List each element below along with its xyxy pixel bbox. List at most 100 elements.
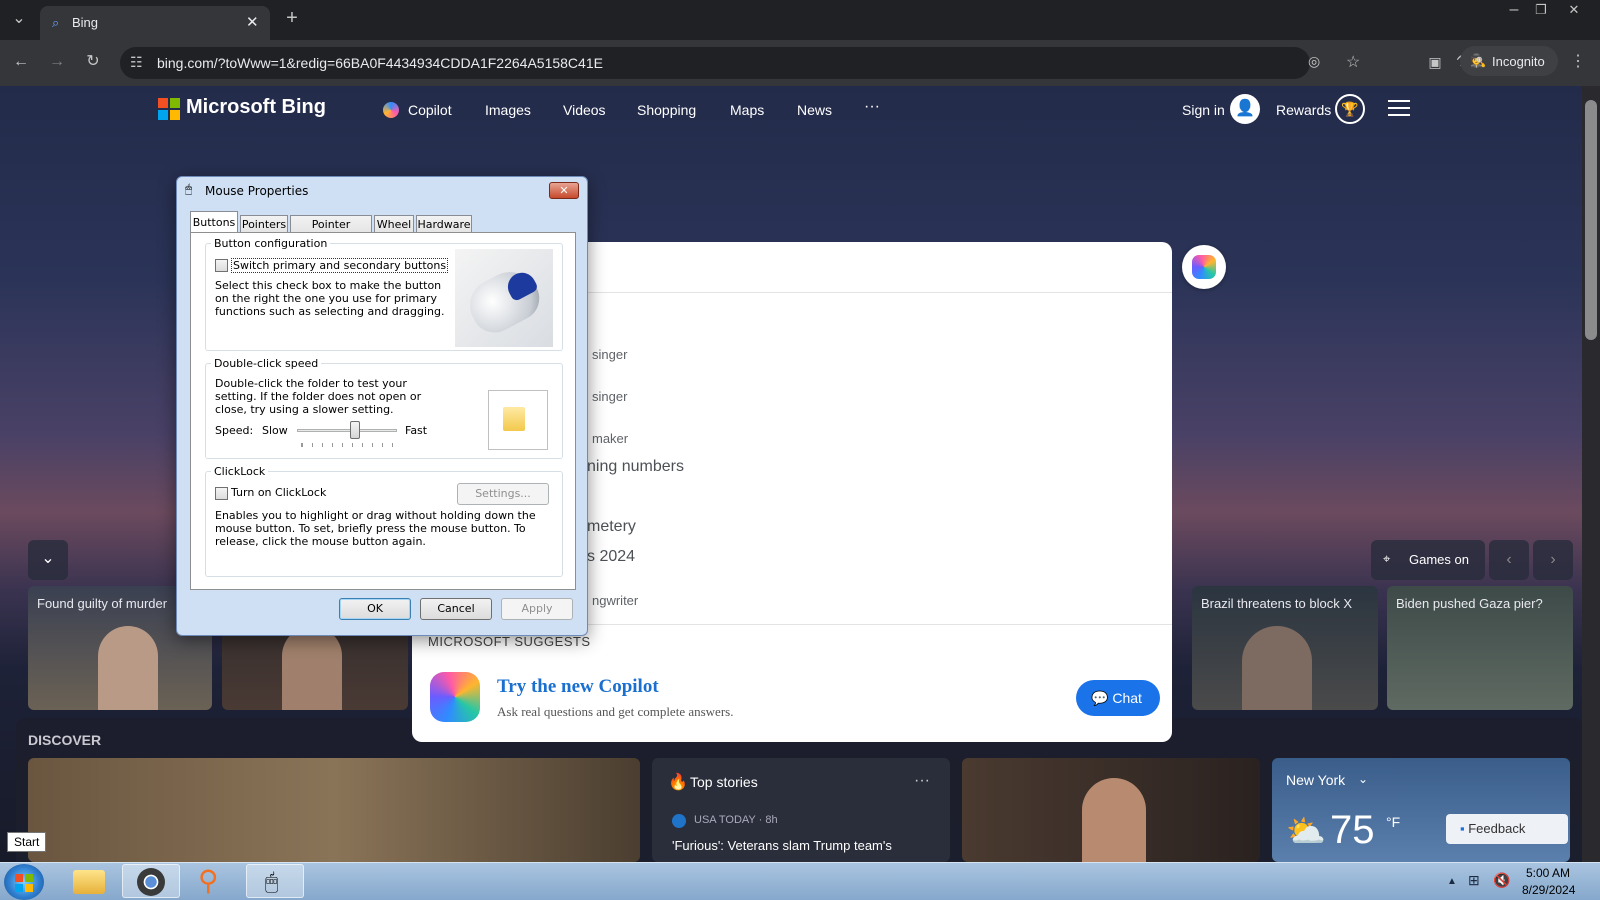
suggestion-item[interactable]: singer bbox=[592, 347, 627, 362]
network-icon[interactable]: ⊞ bbox=[1468, 872, 1480, 889]
site-info-icon[interactable]: ☷ bbox=[130, 54, 143, 71]
nav-copilot[interactable]: Copilot bbox=[408, 102, 452, 118]
weather-city: New York bbox=[1286, 772, 1346, 788]
clock-time[interactable]: 5:00 AM bbox=[1526, 866, 1570, 880]
bing-logo-text[interactable]: Microsoft Bing bbox=[186, 96, 326, 119]
headline[interactable]: 'Furious': Veterans slam Trump team's bbox=[672, 838, 892, 853]
clicklock-checkbox[interactable] bbox=[215, 487, 228, 500]
news-source: USA TODAY · 8h bbox=[694, 814, 778, 826]
chat-button[interactable]: 💬 Chat bbox=[1076, 680, 1160, 716]
clicklock-desc: Enables you to highlight or drag without… bbox=[215, 509, 536, 548]
tracking-protection-icon[interactable]: ◎ bbox=[1308, 53, 1320, 70]
news-card[interactable]: Brazil threatens to block X bbox=[1192, 586, 1378, 710]
clicklock-settings-button[interactable]: Settings... bbox=[457, 483, 549, 505]
taskbar-search[interactable]: ⚲ bbox=[184, 864, 242, 898]
tab-close-icon[interactable]: ✕ bbox=[246, 13, 259, 31]
test-folder-area[interactable] bbox=[488, 390, 548, 450]
copilot-icon bbox=[1192, 255, 1216, 279]
back-icon[interactable]: ← bbox=[10, 52, 32, 74]
suggestion-item[interactable]: singer bbox=[592, 389, 627, 404]
taskbar-mouse[interactable]: 🖱 bbox=[246, 864, 304, 898]
discover-card[interactable] bbox=[962, 758, 1260, 862]
sign-in-link[interactable]: Sign in bbox=[1182, 102, 1225, 118]
discover-card[interactable] bbox=[28, 758, 640, 862]
nav-videos[interactable]: Videos bbox=[563, 102, 606, 118]
suggestion-item[interactable]: ning numbers bbox=[587, 458, 684, 476]
close-window-icon[interactable]: ✕ bbox=[1563, 0, 1585, 22]
hamburger-menu-icon[interactable] bbox=[1388, 100, 1410, 116]
weather-card[interactable]: New York ⌄ ⛅ 75 °F bbox=[1272, 758, 1570, 862]
clicklock-checkbox-label[interactable]: Turn on ClickLock bbox=[231, 486, 326, 499]
news-thumbnail bbox=[282, 626, 342, 710]
dialog-title: Mouse Properties bbox=[205, 184, 309, 198]
news-card[interactable]: Biden pushed Gaza pier? bbox=[1387, 586, 1573, 710]
start-button[interactable] bbox=[4, 864, 44, 900]
button-config-desc: Select this check box to make the button… bbox=[215, 279, 445, 318]
nav-maps[interactable]: Maps bbox=[730, 102, 764, 118]
button-config-label: Button configuration bbox=[211, 237, 331, 250]
volume-muted-icon[interactable]: 🔇 bbox=[1493, 872, 1510, 889]
cancel-button[interactable]: Cancel bbox=[420, 598, 492, 620]
sidepanel-icon[interactable]: ▣ bbox=[1424, 52, 1446, 74]
nav-images[interactable]: Images bbox=[485, 102, 531, 118]
minimize-icon[interactable]: – bbox=[1503, 0, 1525, 22]
clock-date[interactable]: 8/29/2024 bbox=[1522, 883, 1575, 897]
suggestion-item[interactable]: s 2024 bbox=[587, 548, 635, 566]
incognito-label: Incognito bbox=[1492, 54, 1545, 69]
switch-buttons-label[interactable]: Switch primary and secondary buttons bbox=[231, 258, 449, 273]
carousel-prev-icon[interactable]: ‹ bbox=[1489, 540, 1529, 580]
address-bar[interactable]: ☷ bing.com/?toWww=1&redig=66BA0F4434934C… bbox=[120, 47, 1360, 79]
suggestion-item[interactable]: ngwriter bbox=[592, 593, 638, 608]
forward-icon[interactable]: → bbox=[46, 52, 68, 74]
collapse-feed-icon[interactable]: ⌄ bbox=[28, 540, 68, 580]
browser-tab[interactable]: ⌕ Bing ✕ bbox=[40, 6, 270, 40]
show-hidden-icons[interactable]: ▲ bbox=[1447, 876, 1457, 887]
restore-icon[interactable]: ❐ bbox=[1530, 0, 1552, 22]
copilot-title[interactable]: Try the new Copilot bbox=[497, 676, 659, 698]
mouse-properties-dialog: 🖱 Mouse Properties ✕ Buttons Pointers Po… bbox=[176, 176, 588, 636]
chat-icon: 💬 bbox=[1091, 690, 1109, 706]
ok-button[interactable]: OK bbox=[339, 598, 411, 620]
feedback-button[interactable]: ▪ Feedback bbox=[1446, 814, 1568, 844]
switch-buttons-checkbox[interactable] bbox=[215, 259, 228, 272]
news-card-title: Biden pushed Gaza pier? bbox=[1396, 596, 1543, 611]
location-chip[interactable]: ⌖ Games on bbox=[1371, 540, 1485, 580]
speed-slider-thumb[interactable] bbox=[350, 421, 360, 439]
location-pin-icon: ⌖ bbox=[1383, 551, 1391, 566]
speed-slider-track[interactable] bbox=[297, 429, 397, 432]
nav-shopping[interactable]: Shopping bbox=[637, 102, 696, 118]
incognito-icon: 🕵 bbox=[1470, 53, 1487, 68]
rewards-link[interactable]: Rewards bbox=[1276, 102, 1331, 118]
more-options-icon[interactable]: ··· bbox=[914, 772, 930, 790]
bookmark-star-icon[interactable]: ☆ bbox=[1346, 52, 1360, 72]
taskbar-chrome[interactable] bbox=[122, 864, 180, 898]
suggestion-item[interactable]: metery bbox=[587, 518, 636, 536]
mouse-dialog-icon: 🖱 bbox=[185, 182, 193, 196]
top-stories-card[interactable]: 🔥 Top stories ··· USA TODAY · 8h 'Furiou… bbox=[652, 758, 950, 862]
source-logo-icon bbox=[672, 814, 686, 828]
reload-icon[interactable]: ↻ bbox=[82, 52, 104, 74]
tab-search-icon[interactable]: ⌄ bbox=[8, 9, 30, 31]
apply-button[interactable]: Apply bbox=[501, 598, 573, 620]
magnifier-icon: ⚲ bbox=[198, 865, 219, 896]
url-text: bing.com/?toWww=1&redig=66BA0F4434934CDD… bbox=[157, 55, 603, 71]
nav-more[interactable]: ··· bbox=[864, 98, 880, 116]
suggestion-item[interactable]: maker bbox=[592, 431, 628, 446]
dialog-close-button[interactable]: ✕ bbox=[549, 182, 579, 199]
user-avatar-icon[interactable]: 👤 bbox=[1230, 94, 1260, 124]
incognito-chip[interactable]: 🕵 Incognito bbox=[1460, 46, 1558, 76]
weather-unit: °F bbox=[1386, 814, 1401, 830]
taskbar-explorer[interactable] bbox=[60, 864, 118, 898]
ms-suggests-label: MICROSOFT SUGGESTS bbox=[428, 634, 591, 649]
scrollbar-thumb[interactable] bbox=[1585, 100, 1597, 340]
rewards-trophy-icon[interactable]: 🏆 bbox=[1335, 94, 1365, 124]
nav-news[interactable]: News bbox=[797, 102, 832, 118]
browser-menu-icon[interactable]: ⋮ bbox=[1567, 52, 1589, 74]
folder-icon[interactable] bbox=[503, 407, 525, 431]
fast-label: Fast bbox=[405, 424, 428, 437]
new-tab-icon[interactable]: + bbox=[281, 8, 303, 30]
location-label: Games on bbox=[1409, 552, 1469, 567]
copilot-fab[interactable] bbox=[1182, 245, 1226, 289]
carousel-next-icon[interactable]: › bbox=[1533, 540, 1573, 580]
microsoft-logo-icon bbox=[158, 98, 180, 120]
